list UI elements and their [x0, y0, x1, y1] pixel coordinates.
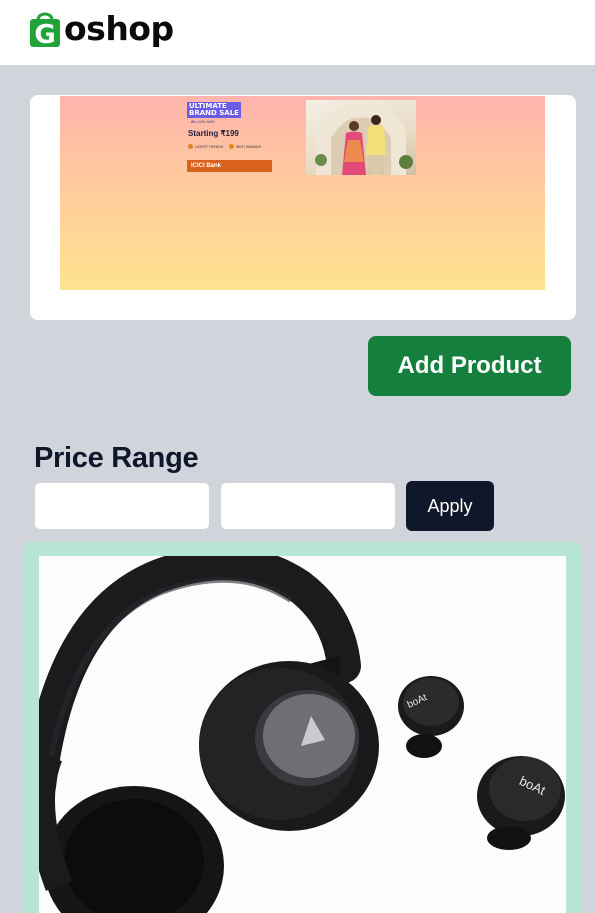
max-price-input[interactable]: [220, 482, 396, 530]
chip-latest-trends: LATEST TRENDS: [188, 144, 223, 149]
banner-chips: LATEST TRENDS BEST BRANDS: [188, 144, 261, 149]
scrollbar[interactable]: [583, 65, 595, 913]
logo-letter: G: [34, 20, 55, 48]
product-image[interactable]: boAt boAt: [39, 556, 566, 913]
price-range-heading: Price Range: [34, 442, 199, 474]
app-header: G oshop: [0, 0, 595, 65]
bank-offer-badge: ICICI Bank: [187, 160, 272, 172]
banner-title: ULTIMATE BRAND SALE: [187, 102, 241, 118]
logo-text: oshop: [64, 8, 174, 48]
chip-best-brands: BEST BRANDS: [229, 144, 261, 149]
goshop-logo[interactable]: G oshop: [27, 8, 174, 50]
banner-price: Starting ₹199: [188, 129, 239, 138]
headphones-earbuds-illustration: [39, 556, 565, 913]
banner-models-image: [306, 100, 416, 175]
product-card[interactable]: boAt boAt: [24, 542, 581, 913]
min-price-input[interactable]: [34, 482, 210, 530]
apply-button[interactable]: Apply: [406, 481, 494, 531]
banner-card: ULTIMATE BRAND SALE 8th-12th MAY Startin…: [30, 95, 576, 320]
add-product-button[interactable]: Add Product: [368, 336, 571, 396]
sale-banner[interactable]: ULTIMATE BRAND SALE 8th-12th MAY Startin…: [60, 96, 545, 290]
banner-dates: 8th-12th MAY: [191, 119, 216, 124]
shopping-bag-icon: G: [27, 8, 63, 50]
